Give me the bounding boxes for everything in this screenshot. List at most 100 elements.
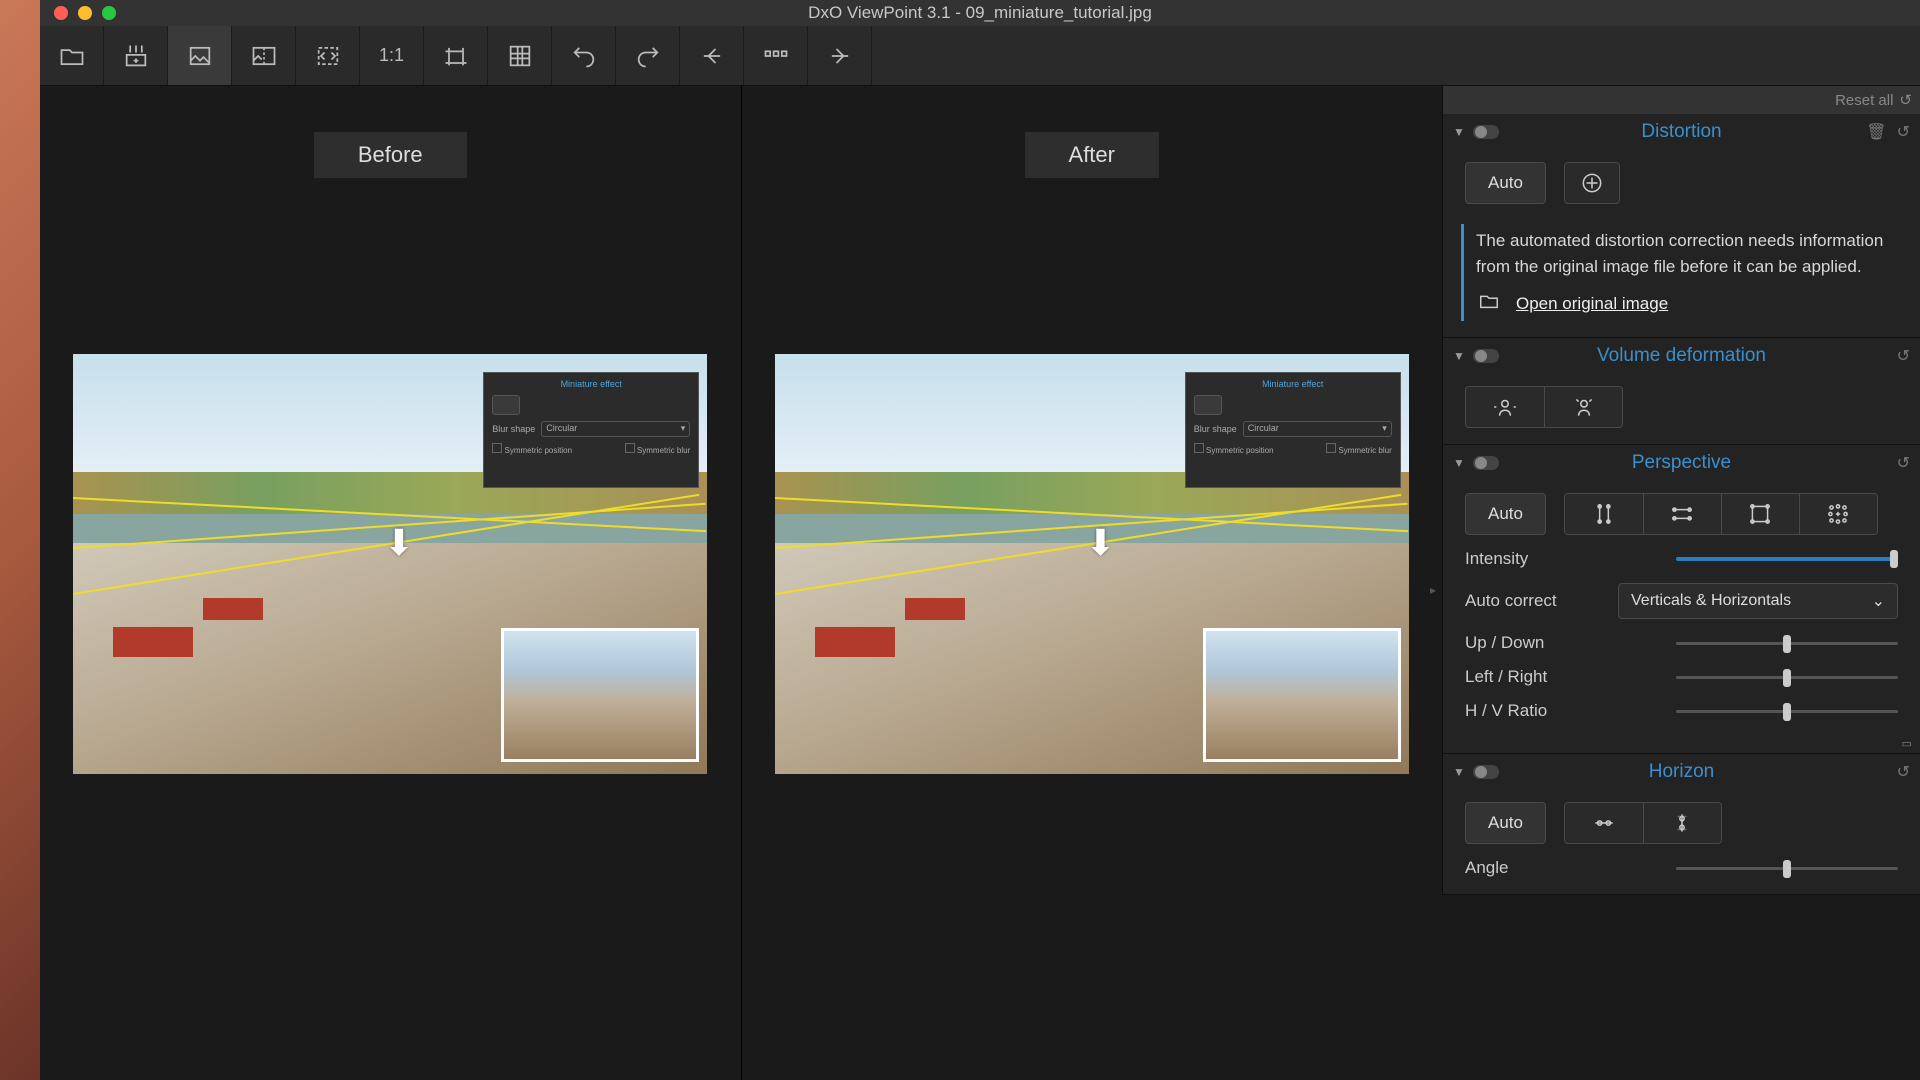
undo-button[interactable] — [552, 26, 616, 85]
intensity-slider[interactable] — [1676, 557, 1898, 561]
leftright-label: Left / Right — [1465, 667, 1585, 687]
close-window-button[interactable] — [54, 6, 68, 20]
horizon-title: Horizon — [1649, 761, 1714, 783]
arrow-down-icon: ⬇ — [384, 522, 414, 564]
horizon-toggle[interactable] — [1473, 765, 1499, 779]
inset-preview — [1203, 628, 1401, 762]
after-pane: After ⬇ Miniature effect Blur shapeCircu… — [741, 86, 1443, 1080]
single-view-button[interactable] — [168, 26, 232, 85]
volume-mode-group — [1465, 386, 1623, 428]
compare-view-button[interactable] — [232, 26, 296, 85]
miniature-effect-overlay: Miniature effect Blur shapeCircular▾ Sym… — [1185, 372, 1401, 488]
before-label: Before — [314, 132, 467, 178]
perspective-rectangle-button[interactable] — [1721, 494, 1799, 534]
distortion-header[interactable]: ▼ Distortion 🗑 ↺ — [1443, 114, 1920, 150]
mini-title: Miniature effect — [1194, 379, 1392, 389]
perspective-title: Perspective — [1632, 452, 1731, 474]
chevron-down-icon: ▼ — [1453, 349, 1465, 363]
horizon-level-vertical-button[interactable] — [1643, 803, 1721, 843]
horizon-section: ▼ Horizon ↺ Auto Angle — [1443, 754, 1920, 895]
intensity-label: Intensity — [1465, 549, 1585, 569]
mini-title: Miniature effect — [492, 379, 690, 389]
chevron-down-icon: ▼ — [1453, 456, 1465, 470]
perspective-auto-button[interactable]: Auto — [1465, 493, 1546, 535]
titlebar: DxO ViewPoint 3.1 - 09_miniature_tutoria… — [40, 0, 1920, 26]
volume-title: Volume deformation — [1597, 345, 1766, 367]
delete-icon[interactable]: 🗑 — [1866, 122, 1886, 142]
thumbnail-strip-button[interactable] — [744, 26, 808, 85]
distortion-toggle[interactable] — [1473, 125, 1499, 139]
main-area: Before ⬇ Miniature effect Blur shapeCirc… — [40, 86, 1920, 1080]
window-controls — [40, 6, 116, 20]
angle-label: Angle — [1465, 858, 1585, 878]
horizon-header[interactable]: ▼ Horizon ↺ — [1443, 754, 1920, 790]
distortion-manual-button[interactable] — [1564, 162, 1620, 204]
zoom-1to1-button[interactable]: 1:1 — [360, 26, 424, 85]
desktop-wallpaper-strip — [0, 0, 40, 1080]
miniature-effect-overlay: Miniature effect Blur shapeCircular▾ Sym… — [483, 372, 699, 488]
zoom-1to1-label: 1:1 — [379, 45, 404, 66]
next-image-button[interactable] — [808, 26, 872, 85]
volume-diagonal-button[interactable] — [1544, 387, 1622, 427]
window-title: DxO ViewPoint 3.1 - 09_miniature_tutoria… — [808, 3, 1152, 23]
perspective-8point-button[interactable] — [1799, 494, 1877, 534]
reset-icon[interactable]: ↺ — [1897, 346, 1910, 366]
hvratio-slider[interactable] — [1676, 710, 1898, 713]
perspective-mode-group — [1564, 493, 1878, 535]
chevron-down-icon: ▼ — [1453, 125, 1465, 139]
reset-all-button[interactable]: Reset all — [1835, 92, 1893, 109]
fullscreen-window-button[interactable] — [102, 6, 116, 20]
horizon-auto-button[interactable]: Auto — [1465, 802, 1546, 844]
open-file-button[interactable] — [40, 26, 104, 85]
after-label: After — [1025, 132, 1159, 178]
arrow-down-icon: ⬇ — [1085, 522, 1115, 564]
volume-section: ▼ Volume deformation ↺ — [1443, 338, 1920, 445]
image-viewer: Before ⬇ Miniature effect Blur shapeCirc… — [40, 86, 1442, 1080]
folder-icon — [1476, 290, 1502, 317]
angle-slider[interactable] — [1676, 867, 1898, 870]
chevron-down-icon: ⌄ — [1872, 591, 1885, 611]
horizon-mode-group — [1564, 802, 1722, 844]
updown-slider[interactable] — [1676, 642, 1898, 645]
reset-all-row: Reset all ↺ — [1443, 86, 1920, 114]
collapse-handle-icon[interactable]: ▭ — [1443, 737, 1920, 753]
hvratio-label: H / V Ratio — [1465, 701, 1585, 721]
redo-button[interactable] — [616, 26, 680, 85]
reset-icon[interactable]: ↺ — [1897, 762, 1910, 782]
autocorrect-value: Verticals & Horizontals — [1631, 592, 1791, 610]
autocorrect-label: Auto correct — [1465, 591, 1585, 611]
horizon-level-horizontal-button[interactable] — [1565, 803, 1643, 843]
after-image[interactable]: ⬇ Miniature effect Blur shapeCircular▾ S… — [775, 354, 1409, 774]
before-image[interactable]: ⬇ Miniature effect Blur shapeCircular▾ S… — [73, 354, 707, 774]
volume-header[interactable]: ▼ Volume deformation ↺ — [1443, 338, 1920, 374]
perspective-toggle[interactable] — [1473, 456, 1499, 470]
save-button[interactable] — [104, 26, 168, 85]
perspective-section: ▼ Perspective ↺ Auto — [1443, 445, 1920, 754]
autocorrect-select[interactable]: Verticals & Horizontals ⌄ — [1618, 583, 1898, 619]
fit-to-screen-button[interactable] — [296, 26, 360, 85]
distortion-title: Distortion — [1641, 121, 1721, 143]
inset-preview — [501, 628, 699, 762]
adjustments-panel: Reset all ↺ ▼ Distortion 🗑 ↺ Auto — [1442, 86, 1920, 895]
open-original-link[interactable]: Open original image — [1516, 294, 1668, 314]
perspective-header[interactable]: ▼ Perspective ↺ — [1443, 445, 1920, 481]
reset-icon[interactable]: ↺ — [1897, 122, 1910, 142]
reset-icon[interactable]: ↺ — [1897, 453, 1910, 473]
leftright-slider[interactable] — [1676, 676, 1898, 679]
distortion-section: ▼ Distortion 🗑 ↺ Auto — [1443, 114, 1920, 338]
volume-horizontal-button[interactable] — [1466, 387, 1544, 427]
distortion-auto-button[interactable]: Auto — [1465, 162, 1546, 204]
volume-toggle[interactable] — [1473, 349, 1499, 363]
perspective-vertical-button[interactable] — [1565, 494, 1643, 534]
prev-image-button[interactable] — [680, 26, 744, 85]
perspective-horizontal-button[interactable] — [1643, 494, 1721, 534]
toolbar: 1:1 — [40, 26, 1920, 86]
minimize-window-button[interactable] — [78, 6, 92, 20]
chevron-down-icon: ▼ — [1453, 765, 1465, 779]
reset-all-icon[interactable]: ↺ — [1899, 91, 1912, 109]
crop-overlay-button[interactable] — [424, 26, 488, 85]
panel-collapse-arrow-icon[interactable]: ▸ — [1430, 583, 1436, 597]
grid-overlay-button[interactable] — [488, 26, 552, 85]
distortion-info-text: The automated distortion correction need… — [1476, 228, 1902, 280]
updown-label: Up / Down — [1465, 633, 1585, 653]
